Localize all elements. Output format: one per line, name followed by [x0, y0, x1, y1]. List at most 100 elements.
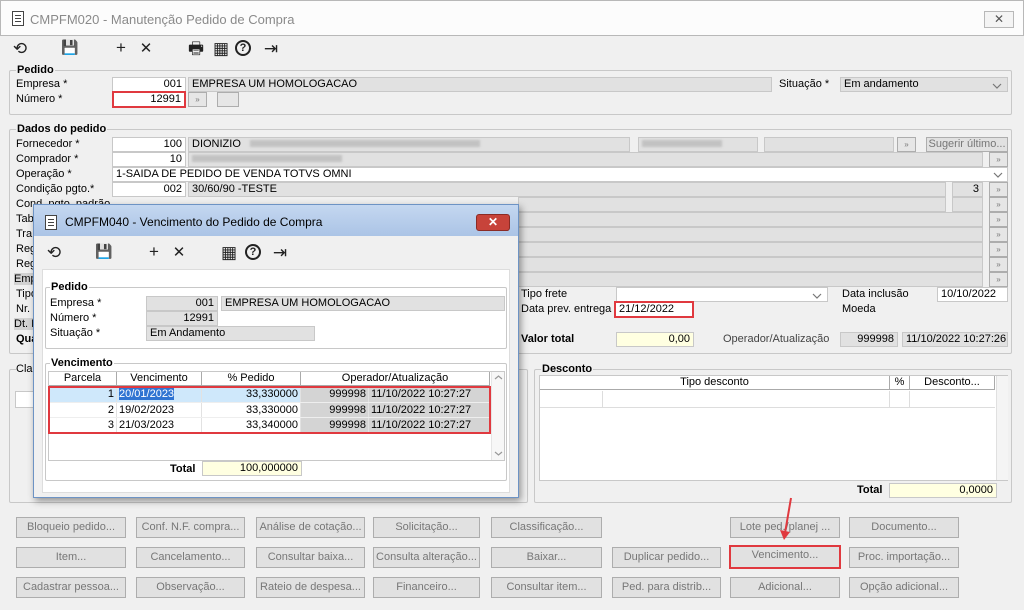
tabela-field	[518, 212, 983, 227]
calendar-icon[interactable]: ▦	[211, 40, 231, 57]
undo-icon[interactable]: ⟲	[44, 244, 64, 261]
consultar-baixa-button[interactable]: Consultar baixa...	[256, 547, 365, 568]
operador-code-field: 999998	[840, 332, 898, 347]
classificacao-button[interactable]: Classificação...	[491, 517, 602, 538]
tra-label: Tra	[16, 228, 33, 240]
help-icon[interactable]: ?	[245, 244, 261, 260]
dialog-total-label: Total	[170, 463, 196, 475]
proc-importacao-button[interactable]: Proc. importação...	[849, 547, 959, 568]
help-icon[interactable]: ?	[235, 40, 251, 56]
situacao-select[interactable]: Em andamento	[840, 77, 1008, 92]
pedido-section-title: Pedido	[16, 64, 55, 76]
emp-field	[518, 272, 983, 287]
vencimento-button[interactable]: Vencimento...	[729, 545, 841, 569]
vencimento-dialog: CMPFM040 - Vencimento do Pedido de Compr…	[33, 204, 519, 498]
scroll-up-icon[interactable]	[494, 374, 503, 381]
chevron-down-icon	[992, 83, 1002, 89]
opcao-adicional-button[interactable]: Opção adicional...	[849, 577, 959, 598]
rateio-despesa-button[interactable]: Rateio de despesa...	[256, 577, 365, 598]
rows-highlight	[48, 386, 491, 434]
remove-icon[interactable]: ✕	[136, 40, 156, 57]
bloqueio-pedido-button[interactable]: Bloqueio pedido...	[16, 517, 126, 538]
tabela-lookup-button[interactable]: »	[989, 212, 1008, 227]
fornecedor-lookup-button[interactable]: »	[897, 137, 916, 152]
baixar-button[interactable]: Baixar...	[491, 547, 602, 568]
comprador-code-field[interactable]: 10	[112, 152, 186, 167]
desconto-col-pct[interactable]: %	[890, 376, 910, 390]
window-close-button[interactable]: ✕	[984, 11, 1014, 28]
comprador-lookup-button[interactable]: »	[989, 152, 1008, 167]
condicao-lookup-button[interactable]: »	[989, 182, 1008, 197]
desconto-grid[interactable]: Tipo desconto % Desconto...	[539, 375, 1008, 481]
scroll-down-icon[interactable]	[494, 450, 503, 457]
sugerir-ultimo-button[interactable]: Sugerir último...	[926, 137, 1008, 152]
condicao-code-field[interactable]: 002	[112, 182, 186, 197]
undo-icon[interactable]: ⟲	[10, 40, 30, 57]
reg2-lookup-button[interactable]: »	[989, 257, 1008, 272]
fornecedor-code-field[interactable]: 100	[112, 137, 186, 152]
transportadora-lookup-button[interactable]: »	[989, 227, 1008, 242]
reg1-lookup-button[interactable]: »	[989, 242, 1008, 257]
observacao-button[interactable]: Observação...	[136, 577, 245, 598]
emp-lookup-button[interactable]: »	[989, 272, 1008, 287]
numero-search-button[interactable]	[217, 92, 239, 107]
tipo-frete-select[interactable]	[616, 287, 828, 302]
col-pct-pedido[interactable]: % Pedido	[202, 372, 301, 386]
calendar-icon[interactable]: ▦	[219, 244, 239, 261]
col-operador[interactable]: Operador/Atualização	[301, 372, 490, 386]
analise-cotacao-button[interactable]: Análise de cotação...	[256, 517, 365, 538]
dialog-situacao-field: Em Andamento	[146, 326, 315, 341]
numero-field[interactable]: 12991	[112, 91, 186, 108]
col-parcela[interactable]: Parcela	[49, 372, 117, 386]
print-icon[interactable]: 🖶	[186, 40, 206, 57]
financeiro-button[interactable]: Financeiro...	[373, 577, 480, 598]
add-icon[interactable]: +	[144, 243, 164, 260]
cond-padrao-n-field	[952, 197, 983, 212]
duplicar-pedido-button[interactable]: Duplicar pedido...	[612, 547, 721, 568]
col-vencimento[interactable]: Vencimento	[117, 372, 202, 386]
desconto-row[interactable]	[540, 391, 995, 408]
save-icon[interactable]: 💾	[94, 243, 114, 260]
data-inclusao-field[interactable]: 10/10/2022	[937, 287, 1008, 302]
situacao-value: Em andamento	[844, 78, 919, 90]
consultar-item-button[interactable]: Consultar item...	[491, 577, 602, 598]
remove-icon[interactable]: ✕	[169, 244, 189, 261]
annotation-arrow-icon	[780, 497, 792, 540]
classificacao-grid-cell[interactable]	[15, 391, 35, 408]
dialog-close-button[interactable]: ✕	[476, 214, 510, 231]
dt-label: Dt. I	[14, 318, 35, 330]
ped-para-distrib-button[interactable]: Ped. para distrib...	[612, 577, 721, 598]
exit-icon[interactable]: ⇥	[261, 40, 281, 57]
operacao-label: Operação *	[16, 168, 72, 180]
operacao-select[interactable]: 1-SAIDA DE PEDIDO DE VENDA TOTVS OMNI	[112, 167, 1008, 182]
item-button[interactable]: Item...	[16, 547, 126, 568]
numero-lookup-button[interactable]: »	[188, 92, 207, 107]
solicitacao-button[interactable]: Solicitação...	[373, 517, 480, 538]
documento-button[interactable]: Documento...	[849, 517, 959, 538]
document-icon	[45, 215, 57, 230]
desconto-col-desc[interactable]: Desconto...	[910, 376, 995, 390]
data-inclusao-label: Data inclusão	[842, 288, 909, 300]
conf-nf-compra-button[interactable]: Conf. N.F. compra...	[136, 517, 245, 538]
exit-icon[interactable]: ⇥	[270, 244, 290, 261]
dialog-numero-field: 12991	[146, 311, 218, 326]
cadastrar-pessoa-button[interactable]: Cadastrar pessoa...	[16, 577, 126, 598]
window-title-bar: CMPFM020 - Manutenção Pedido de Compra ✕	[0, 0, 1024, 36]
dialog-total-field: 100,000000	[202, 461, 302, 476]
adicional-button[interactable]: Adicional...	[730, 577, 840, 598]
desconto-section-title: Desconto	[541, 363, 594, 375]
data-prev-field[interactable]: 21/12/2022	[614, 301, 694, 318]
consulta-alteracao-button[interactable]: Consulta alteração...	[373, 547, 480, 568]
cond-padrao-lookup-button[interactable]: »	[989, 197, 1008, 212]
condicao-name-field: 30/60/90 -TESTE	[188, 182, 946, 197]
condicao-parcelas-field: 3	[952, 182, 983, 197]
save-icon[interactable]: 💾	[60, 39, 80, 56]
cancelamento-button[interactable]: Cancelamento...	[136, 547, 245, 568]
blurred-text	[249, 140, 480, 147]
add-icon[interactable]: +	[111, 39, 131, 56]
vencimento-scrollbar[interactable]	[491, 372, 504, 460]
desconto-col-tipo[interactable]: Tipo desconto	[540, 376, 890, 390]
desconto-scrollbar[interactable]	[996, 376, 1008, 480]
empresa-code-field[interactable]: 001	[112, 77, 186, 92]
fornecedor-label: Fornecedor *	[16, 138, 80, 150]
